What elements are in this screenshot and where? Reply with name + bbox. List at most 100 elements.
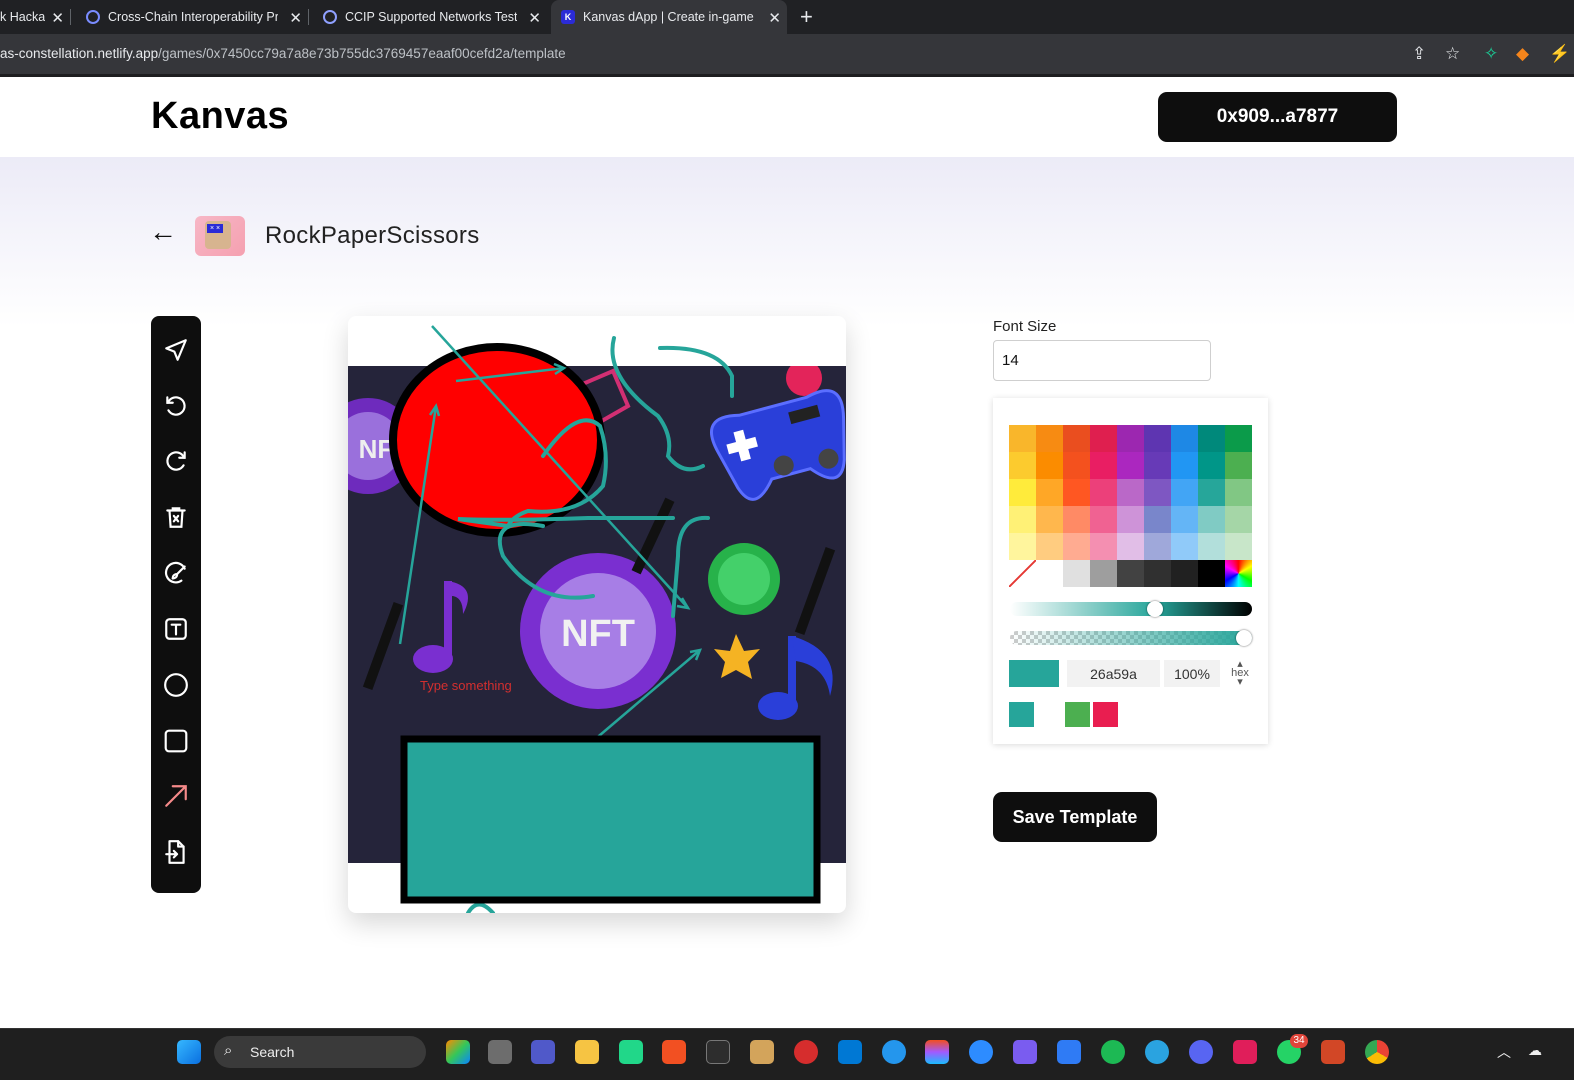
- telegram-icon[interactable]: [1145, 1040, 1169, 1064]
- color-swatch[interactable]: [1036, 479, 1063, 506]
- color-swatch[interactable]: [1144, 452, 1171, 479]
- hex-input[interactable]: 26a59a: [1067, 660, 1160, 687]
- redo-button[interactable]: [162, 447, 190, 475]
- discord-icon[interactable]: [1189, 1040, 1213, 1064]
- color-swatch[interactable]: [1063, 533, 1090, 560]
- color-swatch[interactable]: [1171, 560, 1198, 587]
- color-swatch[interactable]: [1009, 533, 1036, 560]
- color-swatch[interactable]: [1198, 452, 1225, 479]
- color-swatch[interactable]: [1036, 533, 1063, 560]
- color-swatch[interactable]: [1171, 506, 1198, 533]
- hue-slider[interactable]: [1010, 602, 1252, 616]
- color-swatch[interactable]: [1225, 425, 1252, 452]
- box-app-icon[interactable]: [750, 1040, 774, 1064]
- color-swatch[interactable]: [1198, 506, 1225, 533]
- tab-kanvas[interactable]: K Kanvas dApp | Create in-game D ✕: [551, 0, 787, 34]
- tab-cross-chain[interactable]: Cross-Chain Interoperability Pro ✕: [76, 0, 309, 34]
- color-swatch[interactable]: [1063, 479, 1090, 506]
- recent-color-swatch[interactable]: [1093, 702, 1118, 727]
- alpha-slider-thumb[interactable]: [1236, 630, 1252, 646]
- font-size-input[interactable]: [993, 340, 1211, 381]
- color-swatch[interactable]: [1090, 452, 1117, 479]
- tab-hackathon[interactable]: k Hacka ✕: [0, 0, 71, 34]
- clapper-icon[interactable]: [1013, 1040, 1037, 1064]
- color-swatch[interactable]: [1144, 479, 1171, 506]
- undo-button[interactable]: [162, 392, 190, 420]
- color-swatch[interactable]: [1036, 506, 1063, 533]
- pycharm-icon[interactable]: [619, 1040, 643, 1064]
- arrow-tool-button[interactable]: [162, 782, 190, 810]
- wallet-button[interactable]: 0x909...a7877: [1158, 92, 1397, 142]
- alpha-input[interactable]: 100%: [1164, 660, 1220, 687]
- todo-icon[interactable]: [1057, 1040, 1081, 1064]
- color-swatch[interactable]: [1117, 506, 1144, 533]
- color-swatch[interactable]: [1117, 425, 1144, 452]
- save-template-button[interactable]: Save Template: [993, 792, 1157, 842]
- color-swatch[interactable]: [1198, 479, 1225, 506]
- new-tab-button[interactable]: +: [800, 4, 813, 30]
- extension-bolt-icon[interactable]: ⚡: [1549, 44, 1570, 64]
- color-swatch[interactable]: [1009, 506, 1036, 533]
- rectangle-tool-button[interactable]: [162, 727, 190, 755]
- color-swatch[interactable]: [1144, 506, 1171, 533]
- red-app-icon[interactable]: [794, 1040, 818, 1064]
- recent-color-swatch[interactable]: [1037, 702, 1062, 727]
- circle-tool-button[interactable]: [162, 671, 190, 699]
- color-swatch[interactable]: [1063, 560, 1090, 587]
- close-tab-icon[interactable]: ✕: [528, 9, 541, 27]
- color-swatch[interactable]: [1198, 533, 1225, 560]
- extension-bird-icon[interactable]: ✧: [1484, 44, 1498, 64]
- color-swatch[interactable]: [1063, 452, 1090, 479]
- share-icon[interactable]: ⇪: [1412, 44, 1426, 64]
- color-swatch[interactable]: [1036, 452, 1063, 479]
- color-swatch[interactable]: [1117, 560, 1144, 587]
- custom-color-swatch[interactable]: [1225, 560, 1252, 587]
- color-swatch[interactable]: [1144, 533, 1171, 560]
- template-canvas[interactable]: NFT NF Type something: [348, 316, 846, 913]
- docker-icon[interactable]: [882, 1040, 906, 1064]
- zoom-icon[interactable]: [969, 1040, 993, 1064]
- color-swatch[interactable]: [1090, 533, 1117, 560]
- color-swatch[interactable]: [1144, 425, 1171, 452]
- color-swatch[interactable]: [1171, 533, 1198, 560]
- tab-ccip-networks[interactable]: CCIP Supported Networks Testn ✕: [313, 0, 547, 34]
- brush-button[interactable]: [162, 559, 190, 587]
- close-tab-icon[interactable]: ✕: [51, 9, 64, 27]
- drawing-layer[interactable]: Type something: [348, 316, 846, 913]
- terminal-icon[interactable]: [706, 1040, 730, 1064]
- select-tool-button[interactable]: [162, 336, 190, 364]
- alpha-slider[interactable]: [1010, 631, 1252, 645]
- text-tool-button[interactable]: [162, 615, 190, 643]
- color-swatch[interactable]: [1063, 425, 1090, 452]
- color-swatch[interactable]: [1117, 533, 1144, 560]
- color-swatch[interactable]: [1090, 506, 1117, 533]
- color-swatch[interactable]: [1171, 425, 1198, 452]
- cloud-offline-icon[interactable]: ☁: [1528, 1042, 1542, 1059]
- import-button[interactable]: [162, 838, 190, 866]
- close-tab-icon[interactable]: ✕: [289, 9, 302, 27]
- color-swatch[interactable]: [1090, 425, 1117, 452]
- color-swatch[interactable]: [1117, 452, 1144, 479]
- vscode-icon[interactable]: [838, 1040, 862, 1064]
- powerpoint-icon[interactable]: [1321, 1040, 1345, 1064]
- spotify-icon[interactable]: [1101, 1040, 1125, 1064]
- color-swatch[interactable]: [1090, 560, 1117, 587]
- color-swatch[interactable]: [1225, 452, 1252, 479]
- delete-button[interactable]: [162, 503, 190, 531]
- color-swatch[interactable]: [1198, 425, 1225, 452]
- color-swatch[interactable]: [1225, 533, 1252, 560]
- no-color-swatch[interactable]: [1009, 560, 1036, 587]
- file-explorer-icon[interactable]: [575, 1040, 599, 1064]
- text-placeholder[interactable]: Type something: [420, 678, 512, 693]
- color-swatch[interactable]: [1009, 452, 1036, 479]
- color-swatch[interactable]: [1063, 506, 1090, 533]
- taskbar-search[interactable]: ⌕ Search: [214, 1036, 426, 1068]
- color-swatch[interactable]: [1117, 479, 1144, 506]
- recent-color-swatch[interactable]: [1065, 702, 1090, 727]
- chrome-icon[interactable]: [1365, 1040, 1389, 1064]
- task-view-icon[interactable]: [488, 1040, 512, 1064]
- color-swatch[interactable]: [1036, 425, 1063, 452]
- color-swatch[interactable]: [1198, 560, 1225, 587]
- color-swatch[interactable]: [1144, 560, 1171, 587]
- color-swatch[interactable]: [1171, 479, 1198, 506]
